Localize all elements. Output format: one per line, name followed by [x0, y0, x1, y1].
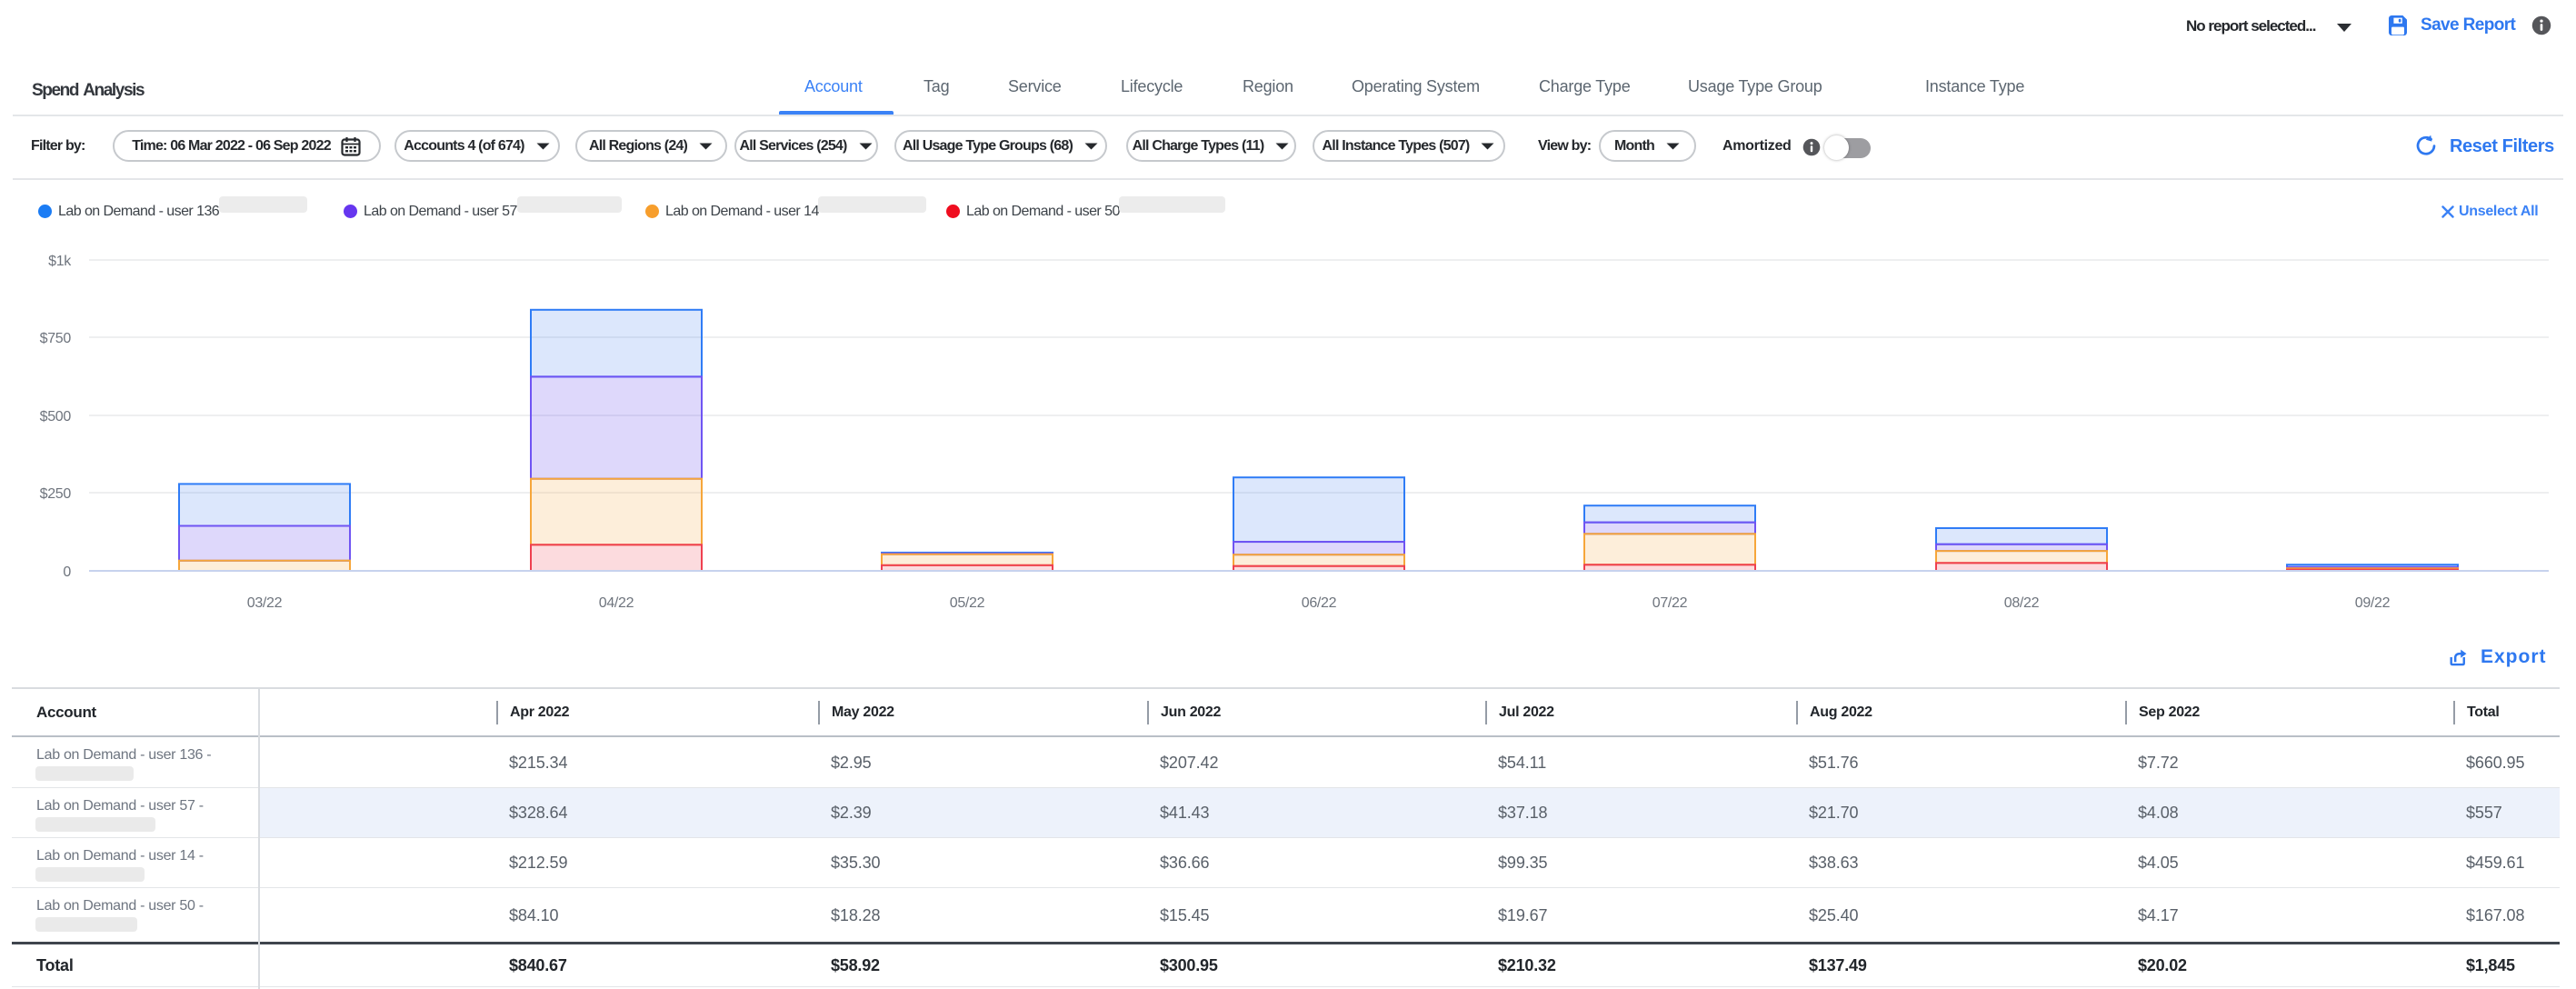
svg-text:08/22: 08/22 — [2004, 595, 2040, 611]
svg-text:$1k: $1k — [48, 254, 72, 269]
svg-text:04/22: 04/22 — [599, 595, 634, 611]
svg-text:09/22: 09/22 — [2355, 595, 2391, 611]
svg-text:06/22: 06/22 — [1302, 595, 1337, 611]
svg-text:0: 0 — [63, 564, 71, 580]
svg-text:$500: $500 — [40, 409, 72, 425]
svg-text:07/22: 07/22 — [1652, 595, 1688, 611]
svg-text:05/22: 05/22 — [950, 595, 985, 611]
svg-text:$750: $750 — [40, 331, 72, 346]
svg-text:$250: $250 — [40, 486, 72, 502]
svg-text:03/22: 03/22 — [247, 595, 283, 611]
